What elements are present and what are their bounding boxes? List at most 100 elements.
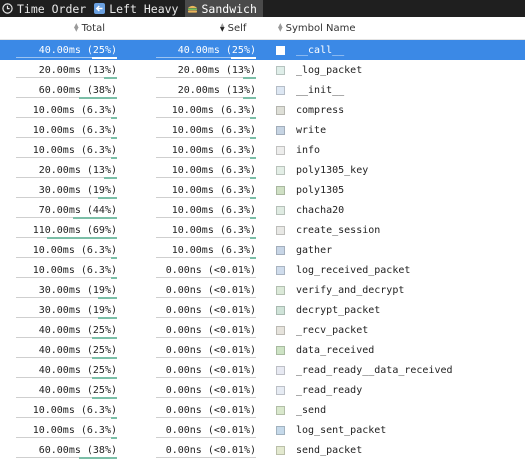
color-swatch-icon — [276, 365, 285, 375]
self-value: 0.00ns (<0.01%) — [165, 424, 256, 436]
total-cell: 10.00ms (6.3%) — [0, 420, 120, 440]
table-row[interactable]: 20.00ms (13%) 20.00ms (13%) _log_packet — [0, 60, 525, 80]
total-cell: 10.00ms (6.3%) — [0, 120, 120, 140]
total-value: 10.00ms (6.3%) — [32, 144, 117, 156]
total-value: 40.00ms (25%) — [38, 324, 117, 336]
color-swatch-icon — [276, 325, 285, 335]
self-percent-bar — [156, 236, 256, 239]
total-percent-bar — [16, 396, 117, 399]
total-value: 20.00ms (13%) — [38, 64, 117, 76]
self-percent-bar — [156, 156, 256, 159]
total-cell: 60.00ms (38%) — [0, 80, 120, 100]
column-label-total: Total — [81, 22, 105, 34]
symbol-name: _recv_packet — [296, 324, 369, 336]
symbol-name-cell: chacha20 — [260, 200, 525, 220]
symbol-name-cell: decrypt_packet — [260, 300, 525, 320]
symbol-name-cell: gather — [260, 240, 525, 260]
total-percent-bar — [16, 356, 117, 359]
column-header-self[interactable]: ▲ ▼ Self — [120, 17, 260, 39]
sandwich-icon — [187, 3, 198, 14]
table-row[interactable]: 10.00ms (6.3%) 10.00ms (6.3%) gather — [0, 240, 525, 260]
self-cell: 0.00ns (<0.01%) — [120, 400, 260, 420]
self-value: 10.00ms (6.3%) — [171, 164, 256, 176]
total-value: 40.00ms (25%) — [38, 364, 117, 376]
table-row[interactable]: 30.00ms (19%) 0.00ns (<0.01%) verify_and_d… — [0, 280, 525, 300]
color-swatch-icon — [276, 125, 285, 135]
table-row[interactable]: 10.00ms (6.3%) 10.00ms (6.3%) info — [0, 140, 525, 160]
table-row[interactable]: 40.00ms (25%) 0.00ns (<0.01%) _read_ready — [0, 380, 525, 400]
table-row[interactable]: 10.00ms (6.3%) 0.00ns (<0.01%) log_receive… — [0, 260, 525, 280]
column-header-total[interactable]: ▲ ▼ Total — [0, 17, 120, 39]
column-header-symbol-name[interactable]: ▲ ▼ Symbol Name — [260, 17, 525, 39]
total-cell: 40.00ms (25%) — [0, 320, 120, 340]
tab-sandwich[interactable]: Sandwich — [184, 0, 263, 17]
self-value: 0.00ns (<0.01%) — [165, 364, 256, 376]
self-cell: 10.00ms (6.3%) — [120, 120, 260, 140]
self-percent-bar — [156, 397, 256, 398]
tab-left-heavy[interactable]: Left Heavy — [92, 0, 184, 17]
table-row[interactable]: 40.00ms (25%) 0.00ns (<0.01%) _read_ready_… — [0, 360, 525, 380]
symbol-name-cell: _send — [260, 400, 525, 420]
total-cell: 10.00ms (6.3%) — [0, 400, 120, 420]
total-cell: 10.00ms (6.3%) — [0, 100, 120, 120]
table-row[interactable]: 10.00ms (6.3%) 10.00ms (6.3%) write — [0, 120, 525, 140]
total-value: 10.00ms (6.3%) — [32, 404, 117, 416]
tab-time-order[interactable]: Time Order — [0, 0, 92, 17]
self-percent-bar — [156, 437, 256, 438]
table-row[interactable]: 40.00ms (25%) 0.00ns (<0.01%) data_receive… — [0, 340, 525, 360]
self-value: 10.00ms (6.3%) — [171, 204, 256, 216]
self-cell: 10.00ms (6.3%) — [120, 220, 260, 240]
table-row[interactable]: 30.00ms (19%) 10.00ms (6.3%) poly1305 — [0, 180, 525, 200]
symbol-name: compress — [296, 104, 345, 116]
table-row[interactable]: 60.00ms (38%) 0.00ns (<0.01%) send_packet — [0, 440, 525, 460]
self-percent-bar — [156, 417, 256, 418]
total-cell: 60.00ms (38%) — [0, 440, 120, 460]
tab-label: Sandwich — [201, 1, 257, 16]
symbol-name: poly1305 — [296, 184, 345, 196]
self-value: 10.00ms (6.3%) — [171, 184, 256, 196]
symbol-name: __init__ — [296, 84, 345, 96]
symbol-name: __call__ — [296, 44, 345, 56]
total-value: 10.00ms (6.3%) — [32, 124, 117, 136]
table-row[interactable]: 60.00ms (38%) 20.00ms (13%) __init__ — [0, 80, 525, 100]
table-row[interactable]: 40.00ms (25%) 40.00ms (25%) __call__ — [0, 40, 525, 60]
symbol-name: log_received_packet — [296, 264, 411, 276]
self-cell: 10.00ms (6.3%) — [120, 100, 260, 120]
self-value: 0.00ns (<0.01%) — [165, 344, 256, 356]
self-cell: 10.00ms (6.3%) — [120, 200, 260, 220]
table-row[interactable]: 30.00ms (19%) 0.00ns (<0.01%) decrypt_pack… — [0, 300, 525, 320]
table-row[interactable]: 40.00ms (25%) 0.00ns (<0.01%) _recv_packet — [0, 320, 525, 340]
total-percent-bar — [16, 96, 117, 99]
symbol-name: gather — [296, 244, 333, 256]
table-row[interactable]: 110.00ms (69%) 10.00ms (6.3%) create_sessi… — [0, 220, 525, 240]
symbol-name: _read_ready — [296, 384, 363, 396]
self-percent-bar — [156, 216, 256, 219]
self-percent-bar — [156, 357, 256, 358]
total-cell: 30.00ms (19%) — [0, 280, 120, 300]
total-cell: 40.00ms (25%) — [0, 340, 120, 360]
total-percent-bar — [16, 436, 117, 439]
self-value: 0.00ns (<0.01%) — [165, 384, 256, 396]
self-value: 0.00ns (<0.01%) — [165, 444, 256, 456]
symbol-name-cell: __call__ — [260, 40, 525, 60]
symbol-name: send_packet — [296, 444, 363, 456]
column-label-self: Self — [227, 22, 247, 34]
table-row[interactable]: 20.00ms (13%) 10.00ms (6.3%) poly1305_key — [0, 160, 525, 180]
total-value: 60.00ms (38%) — [38, 84, 117, 96]
total-value: 30.00ms (19%) — [38, 184, 117, 196]
symbol-name-cell: data_received — [260, 340, 525, 360]
total-percent-bar — [16, 256, 117, 259]
self-cell: 0.00ns (<0.01%) — [120, 420, 260, 440]
total-percent-bar — [16, 376, 117, 379]
sort-arrows-icon: ▲ ▼ — [74, 22, 79, 33]
color-swatch-icon — [276, 265, 285, 275]
symbol-name-cell: verify_and_decrypt — [260, 280, 525, 300]
table-row[interactable]: 10.00ms (6.3%) 0.00ns (<0.01%) log_sent_pa… — [0, 420, 525, 440]
total-cell: 40.00ms (25%) — [0, 380, 120, 400]
table-row[interactable]: 10.00ms (6.3%) 10.00ms (6.3%) compress — [0, 100, 525, 120]
self-value: 0.00ns (<0.01%) — [165, 304, 256, 316]
table-row[interactable]: 10.00ms (6.3%) 0.00ns (<0.01%) _send — [0, 400, 525, 420]
total-value: 40.00ms (25%) — [38, 384, 117, 396]
color-swatch-icon — [276, 305, 285, 315]
table-row[interactable]: 70.00ms (44%) 10.00ms (6.3%) chacha20 — [0, 200, 525, 220]
